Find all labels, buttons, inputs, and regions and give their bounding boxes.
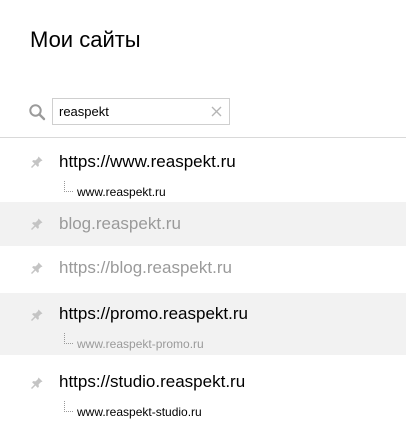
site-url[interactable]: https://www.reaspekt.ru [59,152,236,172]
mirror-connector [64,181,73,192]
mirror-connector [64,401,73,412]
site-row: https://studio.reaspekt.ru www.reaspekt-… [0,355,406,424]
site-row: blog.reaspekt.ru [0,202,406,246]
pin-icon[interactable] [30,376,44,390]
search-bar [0,97,406,138]
close-icon[interactable] [210,105,223,118]
mirror-url: www.reaspekt-promo.ru [77,337,204,351]
search-input[interactable] [59,99,199,124]
site-url[interactable]: https://studio.reaspekt.ru [59,372,245,392]
site-row: https://promo.reaspekt.ru www.reaspekt-p… [0,293,406,355]
site-list: https://www.reaspekt.ru www.reaspekt.ru … [0,140,406,424]
site-url[interactable]: https://blog.reaspekt.ru [59,258,232,278]
pin-icon[interactable] [30,155,44,169]
site-url[interactable]: https://promo.reaspekt.ru [59,304,248,324]
search-icon [29,104,46,121]
site-row: https://blog.reaspekt.ru [0,246,406,293]
pin-icon[interactable] [30,261,44,275]
site-row: https://www.reaspekt.ru www.reaspekt.ru [0,140,406,202]
site-url[interactable]: blog.reaspekt.ru [59,214,181,234]
search-field [52,98,230,125]
mirror-url: www.reaspekt.ru [77,185,166,199]
mirror-url: www.reaspekt-studio.ru [77,405,202,419]
page-title: Мои сайты [30,27,141,52]
pin-icon[interactable] [30,217,44,231]
mirror-connector [64,333,73,344]
pin-icon[interactable] [30,308,44,322]
